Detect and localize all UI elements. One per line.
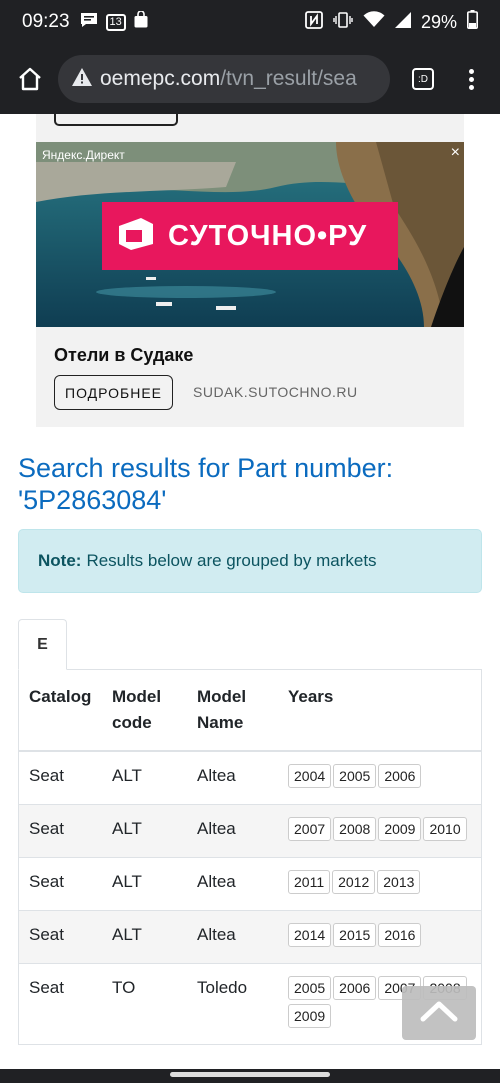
cell-model-code: ALT [102, 750, 187, 805]
header-model-name: Model Name [187, 670, 278, 752]
status-bar: 09:23 13 29% [0, 0, 500, 44]
info-note: Note: Results below are grouped by marke… [18, 529, 482, 593]
status-indicators: 29% [305, 10, 478, 34]
url-domain: oemepc.com [100, 67, 221, 90]
nfc-icon [305, 10, 323, 34]
close-icon[interactable]: × [451, 144, 460, 162]
year-link[interactable]: 2011 [288, 870, 331, 894]
table-row: Seat ALT Altea 2014 2015 2016 [19, 910, 481, 964]
signal-icon [394, 11, 411, 33]
header-catalog: Catalog [19, 670, 102, 752]
url-bar[interactable]: oemepc.com/tvn_result/sea [58, 55, 390, 103]
year-link[interactable]: 2006 [378, 764, 422, 788]
brand-logo-icon [116, 216, 156, 257]
cell-years: 2007 2008 2009 2010 [278, 804, 481, 858]
year-link[interactable]: 2009 [378, 817, 422, 841]
cell-catalog: Seat [19, 910, 102, 964]
cell-years: 2011 2012 2013 [278, 857, 481, 911]
battery-percent: 29% [420, 11, 457, 32]
home-icon[interactable] [14, 63, 46, 95]
ad-provider-label: Яндекс.Директ [42, 148, 125, 162]
vibrate-icon [333, 11, 353, 34]
year-link[interactable]: 2005 [288, 976, 332, 1000]
cell-model-code: ALT [102, 804, 187, 858]
scroll-to-top-button[interactable] [402, 986, 476, 1040]
year-link[interactable]: 2012 [332, 870, 376, 894]
wifi-icon [363, 11, 385, 33]
tab-switcher-icon[interactable]: :D [408, 64, 438, 94]
gesture-handle[interactable] [170, 1072, 330, 1077]
ad-brand-banner[interactable]: СУТОЧНО•РУ [102, 202, 398, 270]
bag-icon [134, 10, 148, 33]
cell-model-name: Altea [187, 804, 278, 858]
year-link[interactable]: 2016 [378, 923, 422, 947]
year-link[interactable]: 2005 [333, 764, 377, 788]
ad-domain[interactable]: SUDAK.SUTOCHNO.RU [193, 384, 358, 400]
cell-model-name: Altea [187, 910, 278, 964]
year-link[interactable]: 2006 [333, 976, 377, 1000]
ad-image[interactable]: Яндекс.Директ × СУТОЧНО•РУ [36, 142, 464, 327]
page-content: Яндекс.Директ × СУТОЧНО•РУ Отели в Судак… [0, 114, 500, 1069]
gesture-navigation-bar[interactable] [0, 1069, 500, 1083]
ad-title[interactable]: Отели в Судаке [54, 345, 193, 366]
year-link[interactable]: 2014 [288, 923, 332, 947]
cell-years: 2004 2005 2006 [278, 750, 481, 805]
year-link[interactable]: 2008 [333, 817, 377, 841]
note-label: Note: [38, 551, 82, 570]
browser-toolbar: oemepc.com/tvn_result/sea :D [0, 44, 500, 114]
year-link[interactable]: 2015 [333, 923, 377, 947]
header-years: Years [278, 670, 481, 752]
year-link[interactable]: 2004 [288, 764, 332, 788]
cell-catalog: Seat [19, 804, 102, 858]
ad-more-button[interactable]: ПОДРОБНЕЕ [54, 375, 174, 410]
menu-icon[interactable] [456, 64, 486, 94]
url-path: /tvn_result/sea [220, 67, 357, 90]
year-link[interactable]: 2010 [423, 817, 467, 841]
notification-badge: 13 [105, 13, 126, 31]
cell-catalog: Seat [19, 963, 102, 1044]
cell-catalog: Seat [19, 750, 102, 805]
battery-icon [467, 10, 478, 34]
cell-model-code: ALT [102, 910, 187, 964]
chevron-up-icon [420, 1000, 458, 1027]
year-link[interactable]: 2013 [377, 870, 421, 894]
table-row: Seat ALT Altea 2011 2012 2013 [19, 857, 481, 911]
cell-years: 2014 2015 2016 [278, 910, 481, 964]
cell-catalog: Seat [19, 857, 102, 911]
ad-brand-text: СУТОЧНО•РУ [168, 219, 368, 252]
previous-ad-button[interactable] [54, 114, 178, 126]
clock: 09:23 [22, 11, 70, 32]
cell-model-code: ALT [102, 857, 187, 911]
table-row: Seat ALT Altea 2004 2005 2006 [19, 750, 481, 805]
tab-market-e[interactable]: E [18, 619, 67, 670]
cell-model-name: Toledo [187, 963, 278, 1044]
cell-model-name: Altea [187, 750, 278, 805]
table-row: Seat ALT Altea 2007 2008 2009 2010 [19, 804, 481, 858]
table-header-row: Catalog Model code Model Name Years [19, 670, 481, 752]
year-link[interactable]: 2007 [288, 817, 332, 841]
page-title: Search results for Part number: '5P28630… [18, 453, 394, 515]
tab-switcher-label: :D [412, 68, 434, 90]
url-text[interactable]: oemepc.com/tvn_result/sea [100, 67, 357, 91]
warning-icon[interactable] [72, 67, 92, 91]
header-model-code: Model code [102, 670, 187, 752]
note-text: Results below are grouped by markets [86, 551, 377, 570]
year-link[interactable]: 2009 [288, 1004, 332, 1028]
cell-model-name: Altea [187, 857, 278, 911]
message-icon [80, 12, 98, 33]
cell-model-code: TO [102, 963, 187, 1044]
previous-ad-remnant [36, 114, 464, 144]
ad-card[interactable]: Яндекс.Директ × СУТОЧНО•РУ Отели в Судак… [36, 142, 464, 427]
